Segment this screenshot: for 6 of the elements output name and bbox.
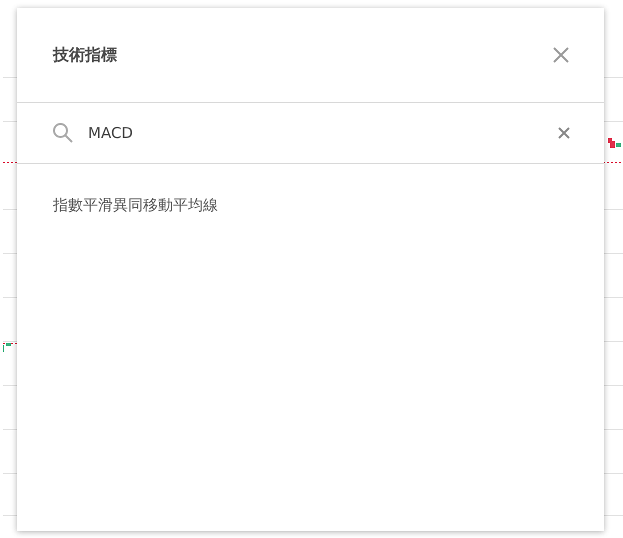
search-field[interactable]: MACD (88, 122, 558, 144)
dialog-title: 技術指標 (53, 44, 117, 66)
search-icon (52, 122, 74, 144)
clear-icon[interactable] (558, 127, 570, 139)
close-icon[interactable] (552, 46, 570, 64)
result-item[interactable]: 指數平滑異同移動平均線 (17, 190, 604, 220)
